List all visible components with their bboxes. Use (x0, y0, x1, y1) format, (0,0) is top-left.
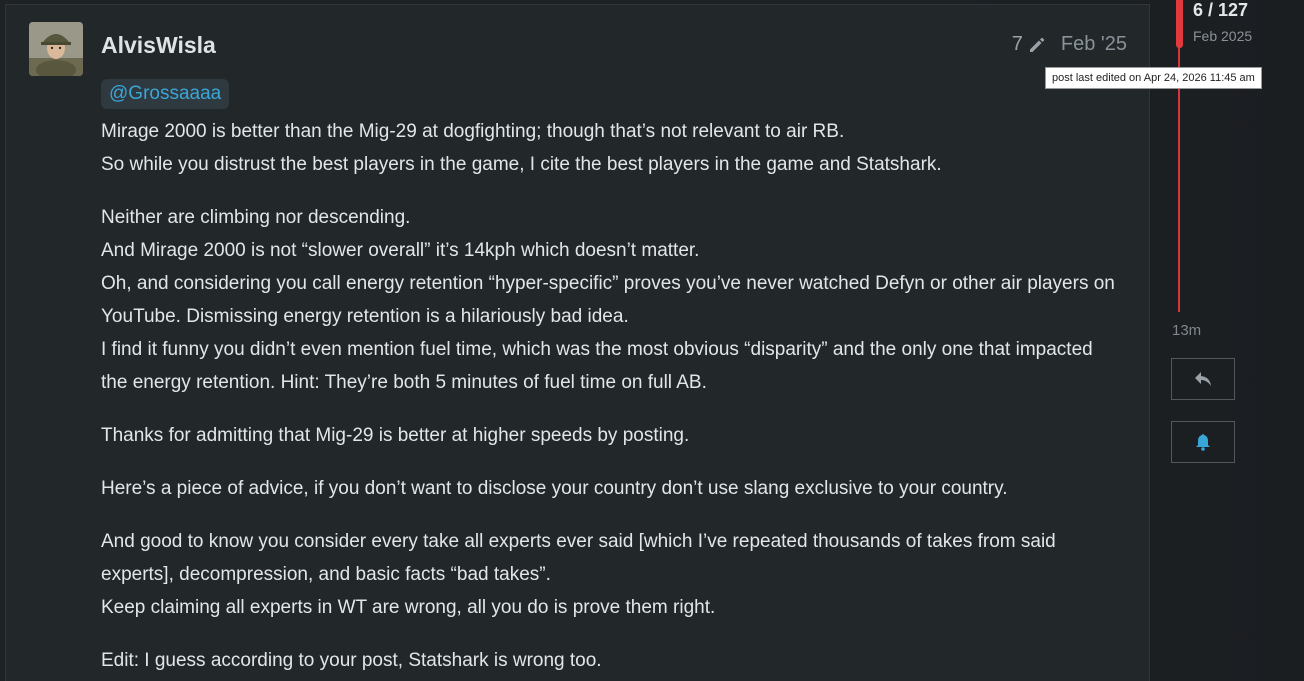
edit-count: 7 (1011, 33, 1023, 55)
paragraph: Edit: I guess according to your post, St… (101, 644, 1121, 677)
timeline-end-label[interactable]: 13m (1172, 322, 1201, 339)
avatar[interactable] (29, 22, 83, 76)
timeline-position[interactable]: 6 / 127 (1193, 0, 1248, 21)
post-card: AlvisWisla 7 Feb '25 @Grossaaaa Mirage 2… (5, 4, 1150, 681)
paragraph: Mirage 2000 is better than the Mig-29 at… (101, 115, 1121, 181)
text-line: Keep claiming all experts in WT are wron… (101, 597, 716, 618)
timeline-handle[interactable] (1176, 0, 1183, 48)
post-date[interactable]: Feb '25 (1061, 33, 1127, 56)
text-line: Oh, and considering you call energy rete… (101, 273, 1115, 327)
bell-icon (1196, 434, 1210, 451)
post-meta: 7 Feb '25 (1012, 33, 1127, 56)
text-line: Edit: I guess according to your post, St… (101, 650, 602, 671)
text-line: And good to know you consider every take… (101, 531, 1056, 585)
notification-button[interactable] (1171, 421, 1235, 463)
paragraph: Thanks for admitting that Mig-29 is bett… (101, 419, 1121, 452)
page: AlvisWisla 7 Feb '25 @Grossaaaa Mirage 2… (0, 0, 1304, 681)
pencil-icon (1029, 37, 1045, 52)
text-line: So while you distrust the best players i… (101, 154, 942, 175)
mention-link[interactable]: @Grossaaaa (101, 79, 230, 109)
text-line: And Mirage 2000 is not “slower overall” … (101, 240, 700, 261)
paragraph: Here’s a piece of advice, if you don’t w… (101, 472, 1121, 505)
avatar-image (29, 22, 83, 76)
text-line: Here’s a piece of advice, if you don’t w… (101, 478, 1008, 499)
reply-icon (1195, 372, 1211, 386)
text-line: I find it funny you didn’t even mention … (101, 339, 1093, 393)
reply-button[interactable] (1171, 358, 1235, 400)
timeline-date: Feb 2025 (1193, 28, 1253, 44)
edit-history-button[interactable]: 7 (1012, 33, 1047, 56)
text-line: Neither are climbing nor descending. (101, 207, 411, 228)
username[interactable]: AlvisWisla (101, 32, 216, 59)
paragraph: And good to know you consider every take… (101, 525, 1121, 624)
post-body: Mirage 2000 is better than the Mig-29 at… (101, 115, 1121, 681)
edited-tooltip: post last edited on Apr 24, 2026 11:45 a… (1045, 67, 1262, 89)
text-line: Mirage 2000 is better than the Mig-29 at… (101, 121, 845, 142)
text-line: Thanks for admitting that Mig-29 is bett… (101, 425, 690, 446)
paragraph: Neither are climbing nor descending. And… (101, 201, 1121, 399)
